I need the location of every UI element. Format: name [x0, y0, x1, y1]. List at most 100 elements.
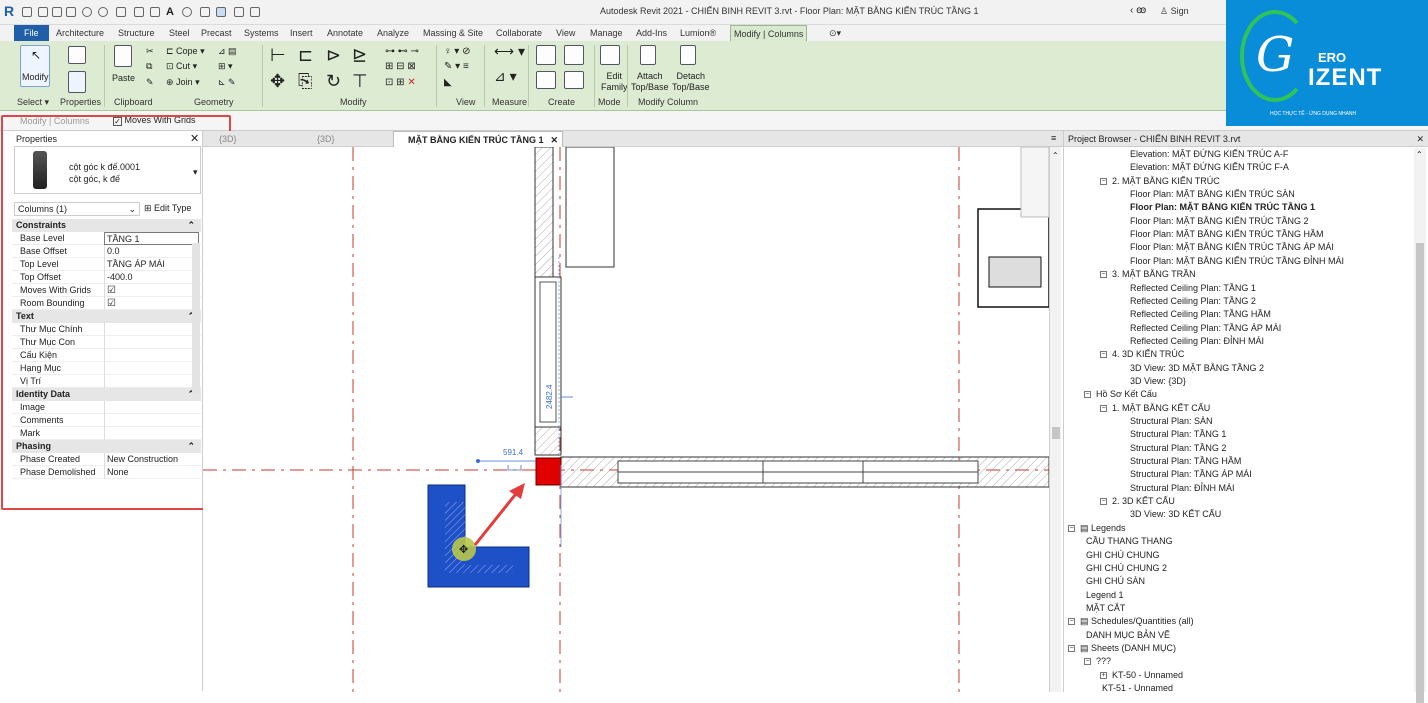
offset-icon[interactable]: ⊏	[298, 45, 313, 65]
browser-item[interactable]: Reflected Ceiling Plan: ĐỈNH MÁI	[1130, 336, 1264, 347]
browser-item[interactable]: 3. MẶT BẰNG TRẦN	[1112, 269, 1196, 280]
property-row[interactable]: Phase Created New Construction	[12, 453, 201, 466]
property-value[interactable]: TẦNG 1	[104, 232, 199, 245]
browser-item[interactable]: Reflected Ceiling Plan: TẦNG HẦM	[1130, 309, 1271, 320]
undo-icon[interactable]	[82, 7, 92, 17]
tab-modify-columns[interactable]: Modify | Columns	[730, 25, 808, 41]
property-row[interactable]: Top Offset -400.0	[12, 271, 201, 284]
property-row[interactable]: Comments	[12, 414, 201, 427]
browser-item[interactable]: ???	[1096, 656, 1111, 667]
paste-icon[interactable]	[114, 45, 132, 67]
copy-icon[interactable]: ⧉	[146, 61, 152, 72]
browser-item[interactable]: 4. 3D KIẾN TRÚC	[1112, 349, 1184, 360]
collapse-icon[interactable]: −	[1068, 644, 1075, 652]
browser-item[interactable]: GHI CHÚ CHUNG 2	[1086, 563, 1167, 574]
canvas-scrollbar[interactable]: ⌃	[1049, 147, 1061, 692]
geometry-tools-icon[interactable]: ⊿ ▤	[218, 46, 237, 57]
collapse-icon[interactable]: −	[1068, 618, 1075, 626]
instance-filter-dropdown[interactable]: Columns (1) ⌄	[14, 202, 140, 216]
collapse-icon[interactable]: −	[1084, 391, 1091, 399]
cut-scissors-icon[interactable]: ✂	[146, 46, 154, 57]
dimension-icon[interactable]	[150, 7, 160, 17]
property-row[interactable]: Mark	[12, 427, 201, 440]
detach-icon[interactable]	[680, 45, 696, 65]
properties-scrollbar[interactable]	[192, 243, 200, 393]
tab-structure[interactable]: Structure	[115, 25, 158, 41]
print-icon[interactable]	[116, 7, 126, 17]
browser-item[interactable]: ▤ Legends	[1080, 523, 1126, 534]
tab-insert[interactable]: Insert	[287, 25, 316, 41]
tab-steel[interactable]: Steel	[166, 25, 193, 41]
save-icon[interactable]	[52, 7, 62, 17]
default-3d-icon[interactable]	[182, 7, 192, 17]
close-icon[interactable]: ✕	[190, 132, 199, 145]
property-value[interactable]	[104, 323, 199, 336]
moves-with-grids-option[interactable]: ✓ Moves With Grids	[113, 115, 196, 126]
tab-annotate[interactable]: Annotate	[324, 25, 366, 41]
create-group-icon[interactable]	[536, 45, 556, 65]
tab-lumion[interactable]: Lumion®	[677, 25, 719, 41]
property-row[interactable]: Phase Demolished None	[12, 466, 201, 479]
browser-item[interactable]: 2. MẶT BẰNG KIẾN TRÚC	[1112, 176, 1220, 187]
edit-family-icon[interactable]	[600, 45, 620, 65]
property-row[interactable]: Thư Mục Chính	[12, 323, 201, 336]
sign-in-link[interactable]: ♙ Sign	[1160, 6, 1189, 17]
properties-toggle-icon[interactable]	[68, 71, 86, 93]
property-value[interactable]: 0.0	[104, 245, 199, 258]
panel-select[interactable]: Select ▾	[17, 97, 49, 108]
type-selector[interactable]: cột góc k đế.0001 cột góc, k đế ▾	[14, 146, 201, 194]
browser-item[interactable]: 3D View: 3D MẶT BẰNG TẦNG 2	[1130, 363, 1264, 374]
tab-systems[interactable]: Systems	[241, 25, 282, 41]
cope-button[interactable]: ⊏ Cope ▾	[166, 46, 205, 57]
browser-item[interactable]: Structural Plan: TẦNG 1	[1130, 429, 1226, 440]
browser-item[interactable]: CẦU THANG THANG	[1086, 536, 1173, 547]
open-icon[interactable]	[38, 7, 48, 17]
browser-scrollbar[interactable]: ⌃	[1414, 148, 1426, 703]
property-value[interactable]	[104, 375, 199, 388]
browser-item[interactable]: Floor Plan: MẶT BẰNG KIẾN TRÚC TẦNG 1	[1130, 202, 1315, 213]
tab-analyze[interactable]: Analyze	[374, 25, 412, 41]
collapse-icon[interactable]: −	[1100, 498, 1107, 506]
browser-item[interactable]: Elevation: MẶT ĐỨNG KIẾN TRÚC F-A	[1130, 162, 1289, 173]
property-group-header[interactable]: Text⌃	[12, 310, 201, 323]
mirror-draw-icon[interactable]: ⊵	[352, 45, 367, 65]
mirror-pick-icon[interactable]: ⊳	[326, 45, 341, 65]
create-assembly-icon[interactable]	[536, 71, 556, 89]
edit-family-button[interactable]: Edit Family	[601, 71, 628, 93]
browser-item[interactable]: Legend 1	[1086, 590, 1124, 601]
tab-menu-icon[interactable]: ≡	[1051, 133, 1056, 143]
expand-icon[interactable]: +	[1100, 671, 1107, 679]
measure-icon[interactable]	[134, 7, 144, 17]
property-value[interactable]	[104, 401, 199, 414]
scroll-thumb[interactable]	[1052, 427, 1060, 439]
modify-button[interactable]: ↖ Modify	[20, 45, 50, 87]
browser-item[interactable]: ▤ Schedules/Quantities (all)	[1080, 616, 1194, 627]
browser-item[interactable]: Hồ Sơ Kết Cấu	[1096, 389, 1157, 400]
scroll-thumb[interactable]	[1416, 243, 1424, 703]
collapse-icon[interactable]: −	[1084, 658, 1091, 666]
cut-button[interactable]: ⊡ Cut ▾	[166, 61, 197, 72]
browser-item[interactable]: Structural Plan: TẦNG HẦM	[1130, 456, 1241, 467]
view-linework-icon[interactable]: ◣	[444, 77, 452, 88]
browser-item[interactable]: 3D View: {3D}	[1130, 376, 1186, 387]
collapse-icon[interactable]: −	[1100, 177, 1107, 185]
view-tab-3d-2[interactable]: {3D}	[303, 131, 393, 147]
copy-element-icon[interactable]: ⎘	[298, 71, 312, 91]
tab-massing-site[interactable]: Massing & Site	[420, 25, 486, 41]
browser-item[interactable]: Structural Plan: TẦNG ÁP MÁI	[1130, 469, 1252, 480]
rotate-icon[interactable]: ↻	[326, 71, 341, 91]
binoculars-icon[interactable]: ‹ ꙭ	[1130, 5, 1146, 16]
browser-item[interactable]: 2. 3D KẾT CẤU	[1112, 496, 1175, 507]
tab-view[interactable]: View	[553, 25, 578, 41]
split-icon[interactable]: ⊶ ⊷ ⊸	[385, 46, 419, 57]
browser-item[interactable]: Floor Plan: MẶT BẰNG KIẾN TRÚC TẦNG ÁP M…	[1130, 242, 1334, 253]
tab-precast[interactable]: Precast	[198, 25, 235, 41]
browser-item[interactable]: Floor Plan: MẶT BẰNG KIẾN TRÚC TẦNG HẦM	[1130, 229, 1324, 240]
collapse-icon[interactable]: −	[1100, 271, 1107, 279]
property-value[interactable]: -400.0	[104, 271, 199, 284]
property-row[interactable]: Base Level TẦNG 1	[12, 232, 201, 245]
browser-item[interactable]: ▤ Sheets (DANH MỤC)	[1080, 643, 1176, 654]
tab-collaborate[interactable]: Collaborate	[493, 25, 545, 41]
dimension-tool-icon[interactable]: ⊿ ▾	[494, 69, 517, 83]
property-value[interactable]	[104, 414, 199, 427]
